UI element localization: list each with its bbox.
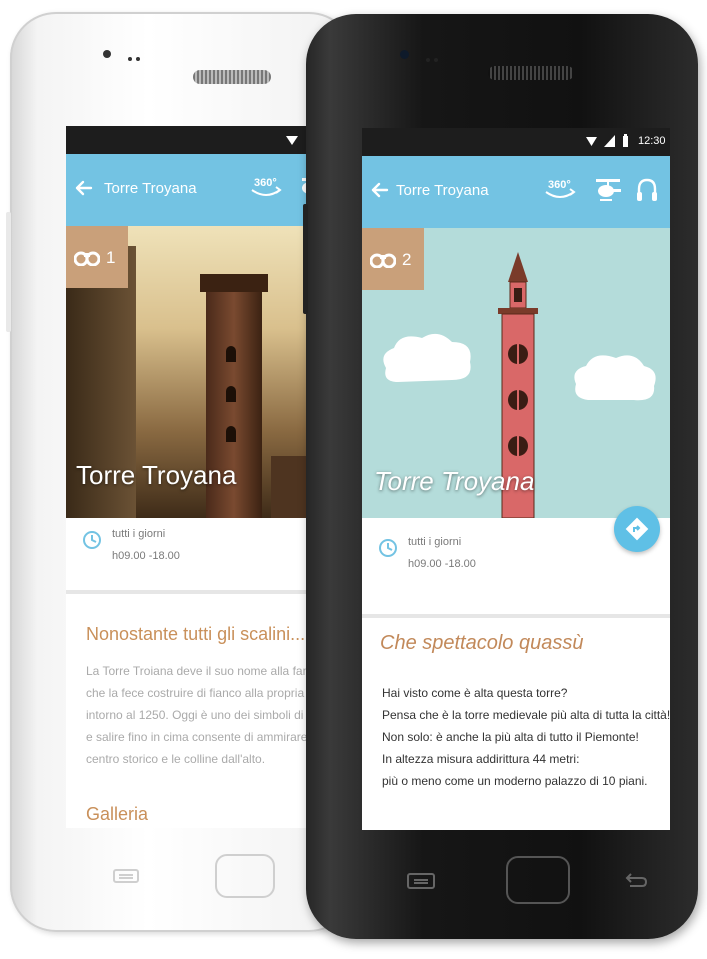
tower-photo: 1 Torre Troyana bbox=[66, 226, 316, 518]
app-bar-title: Torre Troyana bbox=[104, 180, 197, 197]
body-line: La Torre Troiana deve il suo nome alla f… bbox=[86, 664, 316, 678]
app-bar: Torre Troyana 360° bbox=[362, 156, 670, 228]
stop-badge: 2 bbox=[362, 228, 424, 290]
clock-icon bbox=[379, 539, 397, 557]
battery-icon bbox=[623, 134, 628, 147]
body-line: che la fece costruire di fianco alla pro… bbox=[86, 686, 316, 700]
body-line: intorno al 1250. Oggi è uno dei simboli … bbox=[86, 708, 316, 722]
wifi-icon bbox=[586, 137, 597, 146]
gallery-title[interactable]: Galleria bbox=[86, 804, 148, 825]
binoculars-icon bbox=[74, 251, 100, 266]
side-volume-key[interactable] bbox=[303, 204, 308, 314]
body-line: centro storico e le colline dall'alto. bbox=[86, 752, 266, 766]
divider bbox=[66, 590, 316, 594]
earpiece-speaker bbox=[193, 70, 271, 84]
body-line: più o meno come un moderno palazzo di 10… bbox=[382, 774, 648, 788]
app-bar-title: Torre Troyana bbox=[396, 182, 489, 199]
status-time: 12:30 bbox=[638, 135, 666, 147]
proximity-sensor bbox=[426, 58, 430, 62]
body-text: La Torre Troiana deve il suo nome alla f… bbox=[86, 660, 316, 770]
360-view-icon: 360° bbox=[251, 177, 282, 196]
helicopter-icon bbox=[596, 179, 621, 201]
section-title: Nonostante tutti gli scalini... bbox=[86, 624, 306, 644]
photo-tower-window bbox=[226, 426, 236, 442]
svg-text:360°: 360° bbox=[548, 179, 571, 191]
cloud bbox=[574, 355, 656, 401]
arrow-left-icon bbox=[75, 180, 93, 196]
hours-days: tutti i giorni bbox=[112, 528, 166, 540]
wifi-icon bbox=[286, 136, 298, 145]
front-camera bbox=[400, 50, 409, 59]
white-phone-screen: Torre Troyana 360° 1 Torre Troyana tutti… bbox=[66, 126, 316, 828]
front-camera bbox=[103, 50, 111, 58]
back-button[interactable] bbox=[74, 178, 94, 198]
hours-time: h09.00 -18.00 bbox=[408, 558, 476, 570]
side-volume-key[interactable] bbox=[6, 212, 11, 332]
directions-icon bbox=[625, 517, 649, 541]
photo-tower-top bbox=[200, 274, 268, 292]
stop-number: 2 bbox=[402, 250, 412, 269]
clock-icon bbox=[83, 531, 101, 549]
hours-time: h09.00 -18.00 bbox=[112, 550, 180, 562]
body-line: e salire fino in cima consente di ammira… bbox=[86, 730, 316, 744]
opening-hours: tutti i giorni h09.00 -18.00 bbox=[362, 520, 612, 584]
body-text: Hai visto come è alta questa torre? Pens… bbox=[382, 682, 670, 792]
divider bbox=[362, 614, 670, 618]
audio-guide-button[interactable] bbox=[636, 176, 658, 204]
earpiece-speaker bbox=[488, 66, 574, 80]
menu-key-icon[interactable] bbox=[406, 872, 436, 890]
body-line: In altezza misura addirittura 44 metri: bbox=[382, 752, 580, 766]
headphones-icon bbox=[637, 178, 657, 201]
menu-key-icon[interactable] bbox=[112, 868, 140, 884]
photo-tower-window bbox=[226, 386, 236, 402]
back-button[interactable] bbox=[370, 180, 390, 200]
tower-illustration: 2 Torre Troyana bbox=[362, 228, 670, 518]
app-bar: Torre Troyana 360° bbox=[66, 154, 316, 226]
home-button[interactable] bbox=[215, 854, 275, 898]
body-line: Pensa che è la torre medievale più alta … bbox=[382, 708, 670, 722]
helicopter-button[interactable] bbox=[594, 176, 622, 204]
arrow-left-icon bbox=[371, 182, 389, 198]
opening-hours: tutti i giorni h09.00 -18.00 bbox=[66, 518, 316, 582]
body-line: Hai visto come è alta questa torre? bbox=[382, 686, 568, 700]
hero-title: Torre Troyana bbox=[374, 466, 535, 496]
body-line: Non solo: è anche la più alta di tutto i… bbox=[382, 730, 639, 744]
black-phone-screen: 12:30 Torre Troyana 360° 2 Torre Troyana… bbox=[362, 128, 670, 830]
back-key-icon[interactable] bbox=[622, 872, 648, 890]
360-view-button[interactable]: 360° bbox=[248, 172, 284, 202]
stop-badge: 1 bbox=[66, 226, 128, 288]
360-view-icon: 360° bbox=[545, 179, 576, 198]
hero-title: Torre Troyana bbox=[76, 460, 237, 490]
directions-button[interactable] bbox=[614, 506, 660, 552]
proximity-sensor bbox=[434, 58, 438, 62]
photo-tower-window bbox=[226, 346, 236, 362]
svg-text:360°: 360° bbox=[254, 177, 277, 189]
home-button[interactable] bbox=[506, 856, 570, 904]
status-bar bbox=[66, 126, 316, 154]
stop-number: 1 bbox=[106, 248, 116, 267]
section-title: Che spettacolo quassù bbox=[380, 632, 584, 654]
hours-days: tutti i giorni bbox=[408, 536, 462, 548]
signal-icon bbox=[604, 135, 615, 147]
cloud bbox=[383, 333, 471, 382]
status-bar: 12:30 bbox=[362, 128, 670, 156]
proximity-sensor bbox=[136, 57, 140, 61]
proximity-sensor bbox=[128, 57, 132, 61]
360-view-button[interactable]: 360° bbox=[542, 174, 578, 204]
binoculars-icon bbox=[370, 253, 396, 268]
